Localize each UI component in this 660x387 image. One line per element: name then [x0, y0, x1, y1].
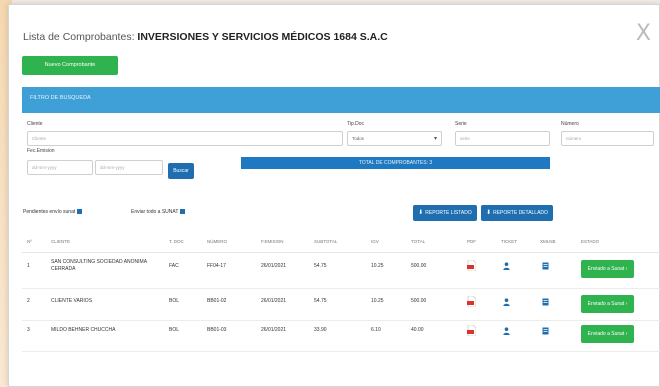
row-tdoc: BOL — [169, 327, 180, 333]
doc-type-label: Tip.Doc — [347, 121, 365, 127]
checkbox-icon[interactable] — [180, 209, 186, 215]
report-list-button[interactable]: ⬇ REPORTE LISTADO — [413, 205, 477, 221]
report-detail-button[interactable]: ⬇ REPORTE DETALLADO — [481, 205, 553, 221]
checkbox-icon[interactable] — [77, 209, 83, 215]
filter-section-header: FILTRO DE BUSQUEDA — [22, 87, 660, 113]
person-icon[interactable] — [503, 298, 510, 306]
numero-label: Número — [561, 121, 579, 127]
row-client: MILDO BEHNER CHUCCHA — [51, 327, 116, 333]
col-header-xml: XMLNB — [540, 239, 556, 244]
row-total: 500.00 — [411, 263, 427, 269]
doc-type-select[interactable]: Todos ▾ — [347, 131, 442, 146]
numero-placeholder: número — [566, 136, 582, 141]
client-input[interactable]: Cliente — [27, 131, 343, 146]
serie-input[interactable]: serie — [455, 131, 550, 146]
row-total: 500.00 — [411, 298, 427, 304]
row-divider — [22, 320, 660, 321]
col-header-date: F.EMISION — [261, 239, 284, 244]
document-icon[interactable] — [542, 327, 549, 335]
serie-label: Serie — [455, 121, 467, 127]
row-total: 40.00 — [411, 327, 424, 333]
row-date: 26/01/2021 — [261, 327, 287, 333]
date-from-input[interactable]: dd-mm-yyyy — [27, 160, 93, 175]
search-button[interactable]: Buscar — [168, 163, 194, 179]
send-all-check[interactable]: Enviar todo a SUNAT — [131, 209, 186, 215]
chevron-down-icon: ▾ — [433, 136, 437, 142]
pdf-icon[interactable] — [467, 260, 476, 271]
col-header-total: TOTAL — [411, 239, 426, 244]
person-icon[interactable] — [503, 327, 510, 335]
doc-type-value: Todos — [352, 136, 365, 141]
row-number: 2 — [27, 298, 30, 304]
row-divider — [22, 351, 660, 352]
col-header-pdf: PDF — [467, 239, 476, 244]
row-tdoc: BOL — [169, 298, 180, 304]
close-icon[interactable]: X — [636, 23, 651, 45]
client-label: Cliente — [27, 121, 43, 127]
report-detail-label: REPORTE DETALLADO — [493, 210, 548, 216]
col-header-client: CLIENTE — [51, 239, 71, 244]
row-doc-number: BB01-03 — [207, 327, 227, 333]
row-doc-number: BB01-02 — [207, 298, 227, 304]
row-divider — [22, 288, 660, 289]
send-sunat-button[interactable]: Enviado a Sunat › — [581, 295, 634, 313]
report-list-label: REPORTE LISTADO — [425, 210, 472, 216]
col-header-ticket: TICKET — [501, 239, 518, 244]
table-header-divider — [22, 252, 660, 253]
modal-title: Lista de Comprobantes: INVERSIONES Y SER… — [23, 31, 388, 43]
row-igv: 6.10 — [371, 327, 381, 333]
col-header-n: Nº — [27, 239, 32, 244]
numero-input[interactable]: número — [561, 131, 654, 146]
row-date: 26/01/2021 — [261, 298, 287, 304]
send-sunat-button[interactable]: Enviado a Sunat › — [581, 260, 634, 278]
col-header-status: ESTADO — [581, 239, 600, 244]
company-name: INVERSIONES Y SERVICIOS MÉDICOS 1684 S.A… — [137, 31, 388, 43]
row-date: 26/01/2021 — [261, 263, 287, 269]
col-header-tdoc: T. DOC — [169, 239, 184, 244]
send-sunat-button[interactable]: Enviado a Sunat › — [581, 325, 634, 343]
person-icon[interactable] — [503, 262, 510, 270]
date-to-input[interactable]: dd-mm-yyyy — [95, 160, 163, 175]
row-client: CLIENTE VARIOS — [51, 298, 93, 304]
col-header-subtotal: SUBTOTAL — [314, 239, 338, 244]
total-vouchers-bar: TOTAL DE COMPROBANTES: 3 — [241, 157, 550, 169]
send-all-check-label: Enviar todo a SUNAT — [131, 209, 179, 215]
pending-check-label: Pendientes envío sunat — [23, 209, 76, 215]
col-header-number: NÚMERO — [207, 239, 227, 244]
download-icon: ⬇ — [418, 210, 424, 216]
row-number: 3 — [27, 327, 30, 333]
row-igv: 10.25 — [371, 298, 384, 304]
row-number: 1 — [27, 263, 30, 269]
col-header-igv: IGV — [371, 239, 379, 244]
document-icon[interactable] — [542, 298, 549, 306]
date-to-placeholder: dd-mm-yyyy — [100, 165, 125, 170]
row-igv: 10.25 — [371, 263, 384, 269]
serie-placeholder: serie — [460, 136, 470, 141]
client-placeholder: Cliente — [32, 136, 47, 141]
pdf-icon[interactable] — [467, 325, 476, 336]
row-subtotal: 54.75 — [314, 263, 327, 269]
document-icon[interactable] — [542, 262, 549, 270]
pdf-icon[interactable] — [467, 296, 476, 307]
download-icon: ⬇ — [486, 210, 492, 216]
pending-check[interactable]: Pendientes envío sunat — [23, 209, 83, 215]
date-label: Fec.Emision — [27, 148, 55, 154]
row-subtotal: 54.75 — [314, 298, 327, 304]
new-voucher-button[interactable]: Nuevo Comprobante — [22, 56, 118, 75]
row-client: SAN CONSULTING SOCIEDAD ANONIMA CERRADA — [51, 259, 147, 272]
date-from-placeholder: dd-mm-yyyy — [32, 165, 57, 170]
row-subtotal: 33.90 — [314, 327, 327, 333]
voucher-list-modal: Lista de Comprobantes: INVERSIONES Y SER… — [8, 4, 660, 387]
row-doc-number: FF04-17 — [207, 263, 226, 269]
row-tdoc: FAC — [169, 263, 179, 269]
modal-title-prefix: Lista de Comprobantes: — [23, 31, 135, 43]
